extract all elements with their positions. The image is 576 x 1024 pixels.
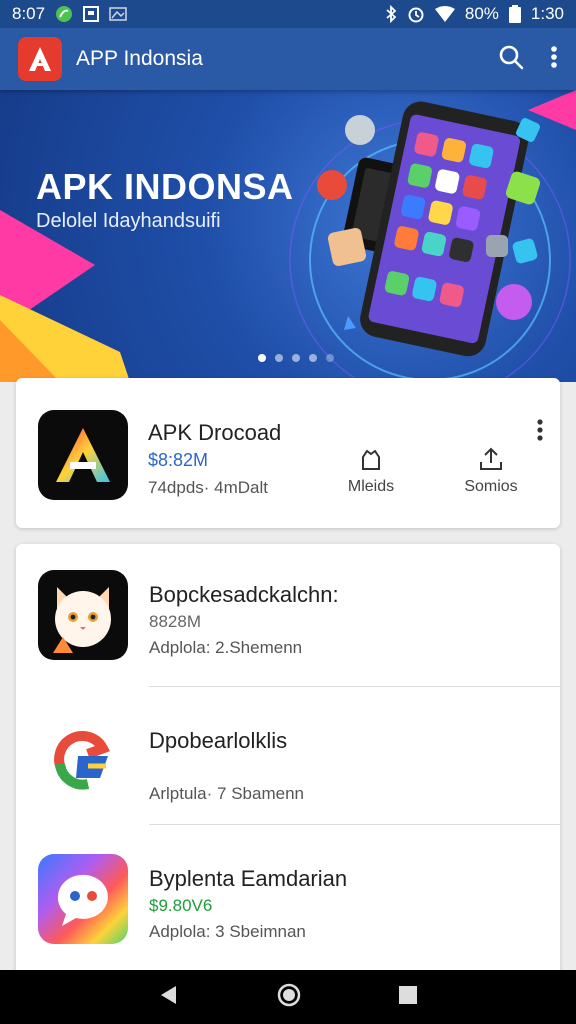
featured-app-price: $8:82M [148,450,209,470]
status-left-text: 8:07 [12,4,46,23]
g-app-icon [38,716,128,806]
details-label: Mleids [347,478,395,495]
list-item-meta: Adplola: 3 Sbeimnan [149,922,306,941]
list-item-name: Dpobearlolklis [149,728,288,753]
featured-app-card[interactable]: APK Drocoad $8:82M 74dpds· 4mDalt Mleids… [16,378,560,528]
list-item-price: 8828M [149,612,201,631]
chat-app-icon [38,854,128,944]
battery-icon [508,5,521,23]
carousel-dot[interactable] [326,354,334,362]
app-bar: APP Indonsia [0,28,576,90]
share-button[interactable]: Somios [446,446,536,496]
notification-app-icon [55,5,73,23]
bookmark-icon [362,449,380,470]
carousel-indicator[interactable] [258,354,334,362]
featured-app-name[interactable]: APK Drocoad [148,420,281,446]
notification-image-icon [109,7,127,21]
more-options-icon[interactable] [536,418,544,447]
back-icon[interactable] [158,984,180,1011]
banner-subtitle: Delolel Idayhandsuifi [36,210,221,232]
list-divider [149,824,560,825]
carousel-dot[interactable] [258,354,266,362]
list-item[interactable]: Bopckesadckalchn: 8828M Adplola: 2.Sheme… [16,544,560,682]
list-item-meta: Arlptula· 7 Sbamenn [149,784,304,803]
wifi-icon [434,6,455,22]
list-item[interactable]: Dpobearlolklis Arlptula· 7 Sbamenn [16,690,560,828]
app-logo-icon[interactable] [18,37,62,81]
list-divider [149,686,560,687]
list-item-name: Bopckesadckalchn: [149,582,339,607]
status-time: 1:30 [530,4,564,23]
list-item-price: $9.80V6 [149,896,213,915]
list-item[interactable]: Byplenta Eamdarian $9.80V6 Adplola: 3 Sb… [16,828,560,966]
share-icon [480,447,502,470]
app-list: Bopckesadckalchn: 8828M Adplola: 2.Sheme… [16,544,560,984]
list-item-name: Byplenta Eamdarian [149,866,348,891]
system-nav-bar [0,970,576,1024]
overflow-menu-icon[interactable] [550,45,558,74]
featured-app-icon [38,410,128,500]
carousel-dot[interactable] [275,354,283,362]
battery-percent: 80% [464,4,499,23]
cat-app-icon [38,570,128,660]
banner-artwork [0,90,576,382]
share-label: Somios [464,478,518,495]
details-button[interactable]: Mleids [334,446,408,496]
carousel-dot[interactable] [309,354,317,362]
search-icon[interactable] [498,44,524,75]
alarm-icon [407,5,425,23]
bluetooth-icon [385,5,397,23]
recents-icon[interactable] [398,985,418,1010]
list-item-meta: Adplola: 2.Shemenn [149,638,303,657]
app-title: APP Indonsia [76,47,203,70]
status-bar: 8:07 80% 1:30 [0,0,576,28]
carousel-dot[interactable] [292,354,300,362]
notification-box-icon [83,6,100,22]
promo-banner[interactable]: APK INDONSA Delolel Idayhandsuifi [0,90,576,382]
banner-title: APK INDONSA [36,166,294,207]
home-icon[interactable] [276,982,302,1013]
featured-app-meta: 74dpds· 4mDalt [148,478,269,497]
